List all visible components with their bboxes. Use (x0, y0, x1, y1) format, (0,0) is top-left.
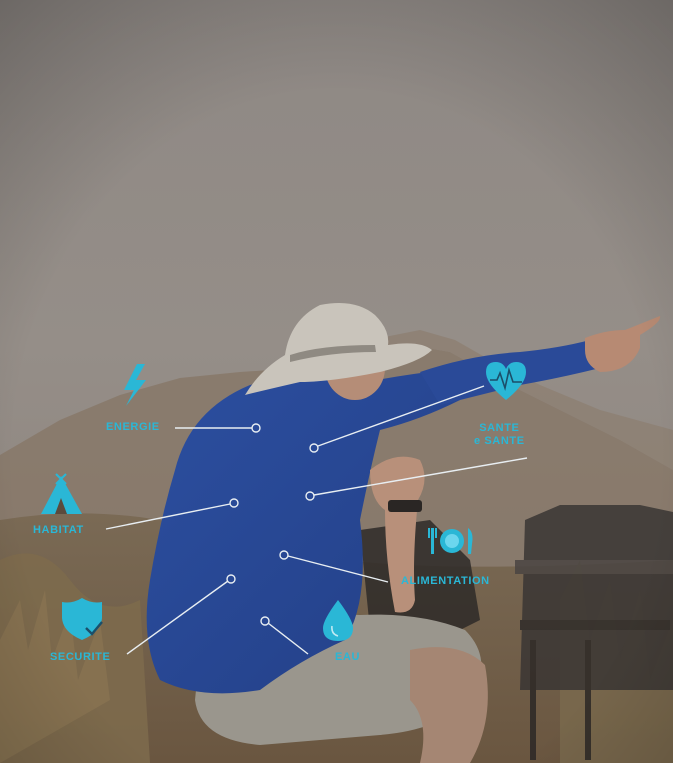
tent-icon (41, 473, 82, 514)
sante-label: SANTE e SANTE (474, 422, 525, 448)
sante-label-line1: SANTE (479, 422, 520, 434)
eau-label: EAU (335, 651, 361, 663)
energie-label: ENERGIE (106, 421, 160, 433)
infographic-icons (41, 362, 526, 641)
habitat-label: HABITAT (33, 524, 84, 536)
photo-scene: ENERGIE SANTE e SANTE HABITAT ALIMENTATI… (0, 0, 673, 763)
heart-pulse-icon (486, 362, 526, 400)
alimentation-label: ALIMENTATION (401, 575, 490, 587)
securite-label: SECURITE (50, 651, 111, 663)
sante-label-line2: e SANTE (474, 435, 525, 447)
plate-cutlery-icon (428, 528, 473, 554)
lightning-bolt-icon (124, 364, 146, 406)
water-drop-icon (323, 600, 353, 641)
shield-check-icon (62, 598, 103, 640)
